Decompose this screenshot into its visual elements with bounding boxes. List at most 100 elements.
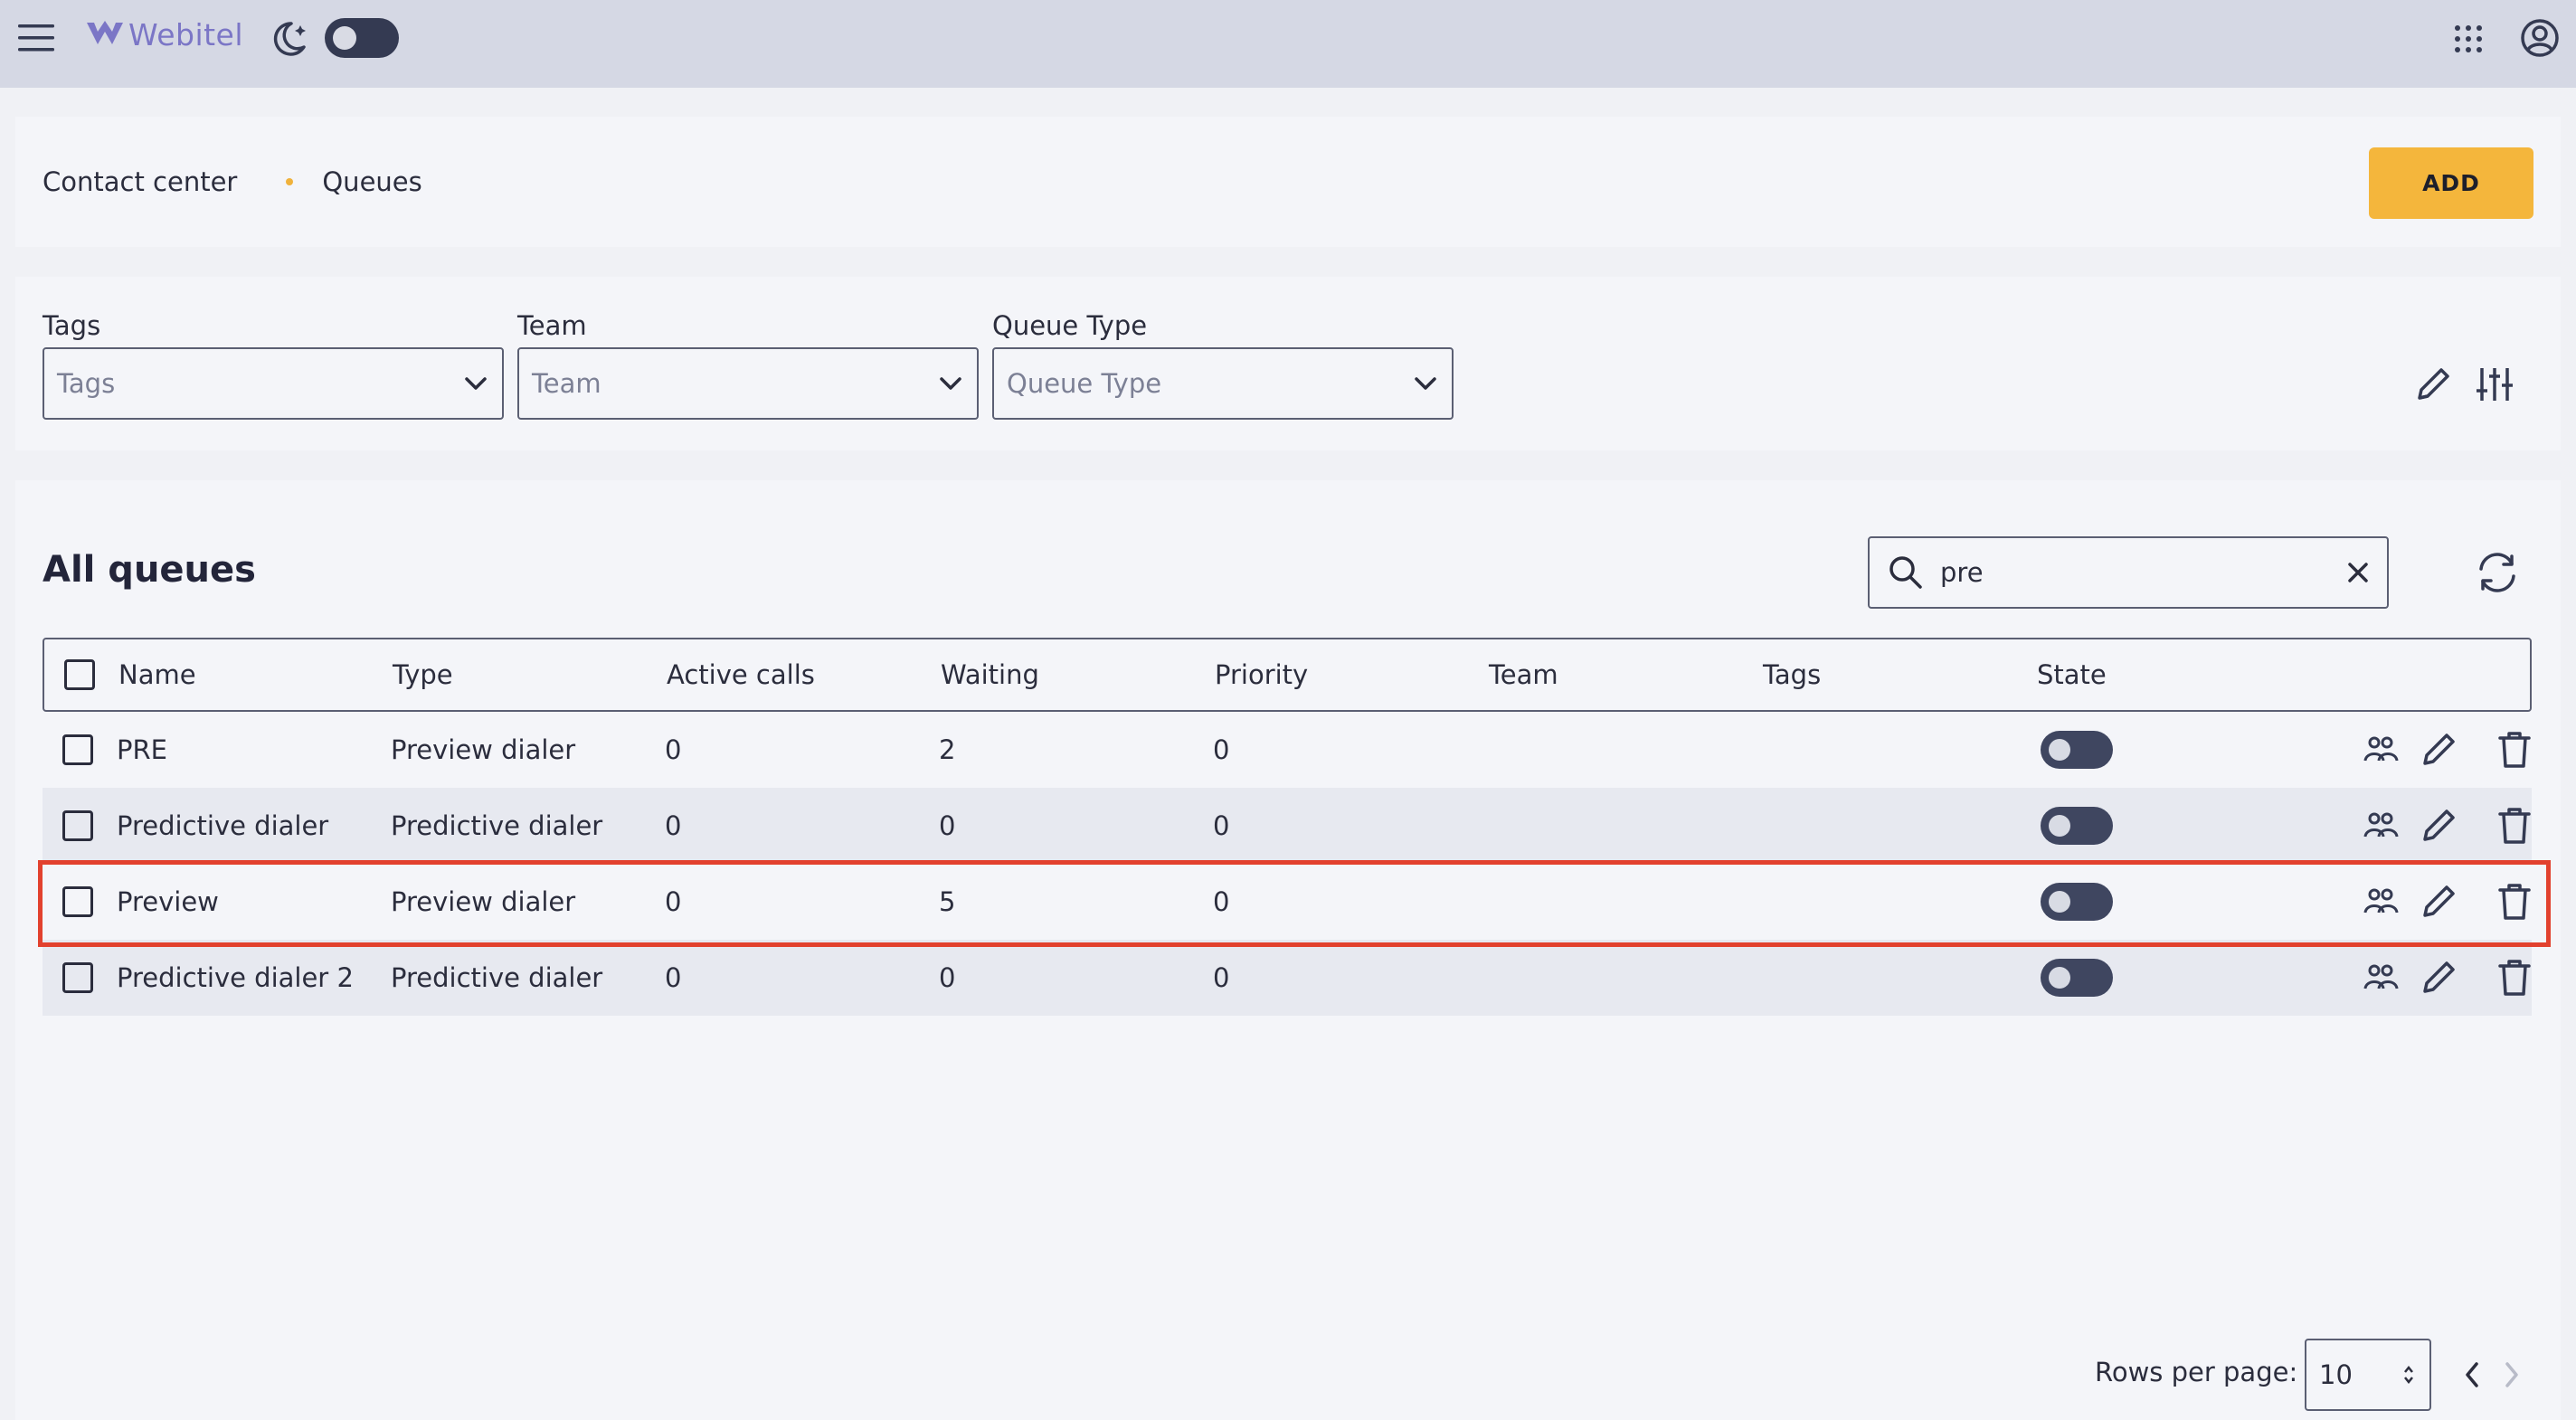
column-header-state[interactable]: State bbox=[2037, 639, 2107, 710]
queue-name[interactable]: Preview bbox=[117, 864, 219, 940]
team-filter-label: Team bbox=[517, 310, 587, 341]
add-button[interactable]: ADD bbox=[2369, 147, 2533, 219]
search-input[interactable] bbox=[1940, 557, 2347, 588]
table-row[interactable]: Predictive dialer Predictive dialer 0 0 … bbox=[43, 788, 2532, 864]
edit-icon[interactable] bbox=[2418, 957, 2459, 999]
tags-filter-label: Tags bbox=[43, 310, 101, 341]
queue-waiting: 0 bbox=[939, 962, 956, 993]
page-header: Contact center Queues ADD bbox=[15, 117, 2561, 247]
chevron-left-icon[interactable] bbox=[2455, 1355, 2491, 1395]
row-checkbox[interactable] bbox=[62, 886, 93, 917]
tags-select[interactable]: Tags bbox=[43, 347, 504, 420]
breadcrumb-current: Queues bbox=[322, 166, 422, 197]
column-header-team[interactable]: Team bbox=[1489, 639, 1558, 710]
trash-icon[interactable] bbox=[2494, 729, 2535, 771]
search-icon bbox=[1889, 556, 1922, 589]
stepper-icon bbox=[2404, 1365, 2413, 1385]
queue-name[interactable]: PRE bbox=[117, 712, 167, 788]
search-field[interactable] bbox=[1868, 536, 2389, 609]
tags-filter: Tags Tags bbox=[43, 309, 504, 420]
column-header-active-calls[interactable]: Active calls bbox=[667, 639, 815, 710]
members-icon[interactable] bbox=[2360, 957, 2401, 999]
chevron-down-icon bbox=[940, 377, 961, 390]
top-bar: Webitel bbox=[0, 0, 2576, 88]
select-all-checkbox[interactable] bbox=[64, 659, 95, 690]
state-toggle[interactable] bbox=[2041, 883, 2113, 921]
logo-text: Webitel bbox=[128, 16, 244, 52]
filters-panel: Tags Tags Team Team Queue Type Queue Typ… bbox=[15, 277, 2561, 450]
account-icon[interactable] bbox=[2518, 16, 2562, 60]
column-header-name[interactable]: Name bbox=[118, 639, 196, 710]
column-header-tags[interactable]: Tags bbox=[1763, 639, 1821, 710]
breadcrumb-separator bbox=[286, 178, 294, 185]
queue-priority: 0 bbox=[1213, 886, 1230, 917]
state-toggle[interactable] bbox=[2041, 959, 2113, 997]
queue-active-calls: 0 bbox=[665, 962, 682, 993]
members-icon[interactable] bbox=[2360, 805, 2401, 847]
members-icon[interactable] bbox=[2360, 881, 2401, 923]
toggle-knob bbox=[2049, 891, 2070, 913]
queue-type: Preview dialer bbox=[391, 734, 576, 765]
queue-priority: 0 bbox=[1213, 962, 1230, 993]
sliders-icon[interactable] bbox=[2474, 364, 2515, 405]
refresh-icon[interactable] bbox=[2472, 547, 2523, 598]
queues-table: Name Type Active calls Waiting Priority … bbox=[43, 638, 2532, 1016]
queue-active-calls: 0 bbox=[665, 886, 682, 917]
team-select-placeholder: Team bbox=[532, 368, 601, 399]
edit-icon[interactable] bbox=[2418, 729, 2459, 771]
column-header-waiting[interactable]: Waiting bbox=[941, 639, 1039, 710]
queue-priority: 0 bbox=[1213, 810, 1230, 841]
trash-icon[interactable] bbox=[2494, 881, 2535, 923]
trash-icon[interactable] bbox=[2494, 805, 2535, 847]
members-icon[interactable] bbox=[2360, 729, 2401, 771]
rows-per-page-select[interactable]: 10 bbox=[2305, 1339, 2431, 1411]
queue-active-calls: 0 bbox=[665, 734, 682, 765]
chevron-down-icon bbox=[1415, 377, 1436, 390]
queue-waiting: 0 bbox=[939, 810, 956, 841]
tags-select-placeholder: Tags bbox=[57, 368, 116, 399]
apps-icon[interactable] bbox=[2448, 18, 2489, 60]
theme-toggle[interactable] bbox=[325, 18, 399, 58]
queue-waiting: 2 bbox=[939, 734, 956, 765]
breadcrumb: Contact center Queues bbox=[43, 117, 422, 247]
queue-name[interactable]: Predictive dialer 2 bbox=[117, 940, 354, 1016]
state-toggle[interactable] bbox=[2041, 807, 2113, 845]
app-logo[interactable]: Webitel bbox=[85, 13, 243, 56]
toggle-knob bbox=[333, 26, 356, 50]
logo-icon bbox=[87, 21, 123, 44]
state-toggle[interactable] bbox=[2041, 731, 2113, 769]
team-filter: Team Team bbox=[517, 309, 979, 420]
column-header-type[interactable]: Type bbox=[393, 639, 453, 710]
moon-icon[interactable] bbox=[268, 18, 309, 60]
table-row[interactable]: Predictive dialer 2 Predictive dialer 0 … bbox=[43, 940, 2532, 1016]
breadcrumb-parent[interactable]: Contact center bbox=[43, 166, 237, 197]
toggle-knob bbox=[2049, 967, 2070, 989]
edit-icon[interactable] bbox=[2418, 881, 2459, 923]
queue-waiting: 5 bbox=[939, 886, 956, 917]
table-row[interactable]: Preview Preview dialer 0 5 0 bbox=[43, 864, 2532, 940]
menu-icon[interactable] bbox=[13, 16, 60, 60]
team-select[interactable]: Team bbox=[517, 347, 979, 420]
row-checkbox[interactable] bbox=[62, 962, 93, 993]
queue-type: Predictive dialer bbox=[391, 962, 603, 993]
table-row[interactable]: PRE Preview dialer 0 2 0 bbox=[43, 712, 2532, 788]
table-header: Name Type Active calls Waiting Priority … bbox=[43, 638, 2532, 712]
trash-icon[interactable] bbox=[2494, 957, 2535, 999]
queue-priority: 0 bbox=[1213, 734, 1230, 765]
edit-icon[interactable] bbox=[2418, 805, 2459, 847]
column-header-priority[interactable]: Priority bbox=[1215, 639, 1308, 710]
rows-per-page-label: Rows per page: bbox=[2095, 1357, 2298, 1387]
queue-type-select[interactable]: Queue Type bbox=[992, 347, 1454, 420]
row-checkbox[interactable] bbox=[62, 810, 93, 841]
row-checkbox[interactable] bbox=[62, 734, 93, 765]
section-title: All queues bbox=[43, 549, 256, 591]
queue-type-select-placeholder: Queue Type bbox=[1007, 368, 1162, 399]
queue-type: Preview dialer bbox=[391, 886, 576, 917]
rows-per-page-value: 10 bbox=[2319, 1359, 2353, 1390]
queue-name[interactable]: Predictive dialer bbox=[117, 788, 328, 864]
toggle-knob bbox=[2049, 815, 2070, 837]
chevron-right-icon[interactable] bbox=[2493, 1355, 2529, 1395]
close-icon[interactable] bbox=[2347, 562, 2369, 583]
chevron-down-icon bbox=[465, 377, 487, 390]
pencil-icon[interactable] bbox=[2412, 364, 2454, 405]
